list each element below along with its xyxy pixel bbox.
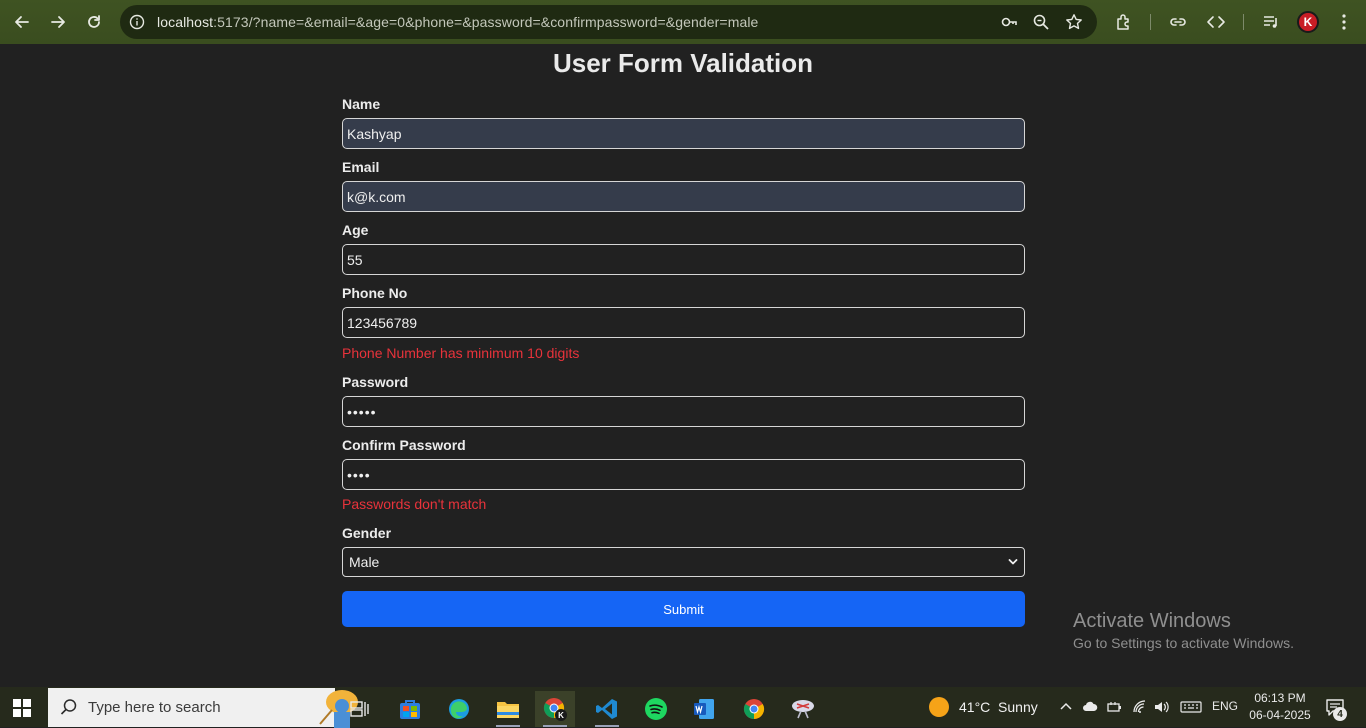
windows-start-icon[interactable] [13,699,31,717]
file-explorer-icon [497,702,519,718]
chrome-icon [743,699,765,720]
url-path: :5173/?name=&email=&age=0&phone=&passwor… [213,14,759,30]
extensions-icon[interactable] [1114,12,1134,32]
taskbar-app-snipping-tool[interactable] [783,691,823,727]
info-icon[interactable] [129,14,145,30]
activate-windows-subtitle: Go to Settings to activate Windows. [1073,635,1294,651]
reload-button[interactable] [79,7,109,37]
more-menu-icon[interactable] [1334,12,1354,32]
clock-time: 06:13 PM [1254,691,1306,705]
taskbar-search-box[interactable]: Type here to search [48,688,358,728]
arrow-right-icon [51,16,65,28]
edge-browser-icon [449,699,469,719]
browser-toolbar: localhost:5173/?name=&email=&age=0&phone… [0,0,1366,44]
taskbar-app-chrome-active[interactable]: K [535,691,575,727]
wifi-icon[interactable] [1132,699,1148,715]
word-icon [694,699,714,719]
link-icon[interactable] [1168,12,1188,32]
gender-select[interactable]: Male [342,547,1025,577]
taskbar-app-spotify[interactable] [636,691,676,727]
snipping-tool-icon [792,700,814,719]
url-host: localhost [157,14,214,30]
taskbar-app-chrome[interactable] [734,691,774,727]
phone-label: Phone No [342,285,408,301]
page-content: User Form Validation Name Kashyap Email … [0,44,1366,687]
system-clock[interactable]: 06:13 PM 06-04-2025 [1244,690,1316,724]
weather-widget[interactable]: 41°C Sunny [929,697,1038,717]
password-key-icon[interactable] [1000,13,1018,31]
age-field[interactable]: 55 [342,244,1025,275]
email-label: Email [342,159,380,175]
submit-button[interactable]: Submit [342,591,1025,627]
toolbar-divider [1243,14,1244,30]
chevron-up-icon[interactable] [1058,699,1074,715]
email-field[interactable]: k@k.com [342,181,1025,212]
confirm-password-error-message: Passwords don't match [342,496,487,512]
taskbar-app-file-explorer[interactable] [488,691,528,727]
code-icon[interactable] [1206,12,1226,32]
gender-label: Gender [342,525,392,541]
volume-icon[interactable] [1153,699,1169,715]
phone-error-message: Phone Number has minimum 10 digits [342,345,580,361]
back-button[interactable] [7,7,37,37]
vscode-icon [596,699,617,719]
taskbar-app-store[interactable] [390,691,430,727]
notification-count-badge: 4 [1333,707,1347,721]
activate-windows-title: Activate Windows [1073,610,1231,632]
taskbar-app-vscode[interactable] [587,691,627,727]
task-view-icon [350,701,369,717]
chevron-down-icon [1008,559,1018,565]
gender-selected-value: Male [349,554,380,570]
toolbar-divider [1150,14,1151,30]
chrome-icon: K [543,698,567,721]
confirm-password-field[interactable]: •••• [342,459,1025,490]
profile-avatar[interactable]: K [1297,11,1319,33]
name-label: Name [342,96,381,112]
media-controls-icon[interactable] [1261,12,1281,32]
search-placeholder: Type here to search [88,699,221,716]
clock-date: 06-04-2025 [1249,708,1311,722]
task-view-button[interactable] [340,691,380,727]
taskbar-app-edge[interactable] [439,691,479,727]
spotify-icon [645,698,667,720]
password-label: Password [342,374,409,390]
weather-text: 41°C Sunny [959,699,1038,715]
reload-icon [88,15,100,28]
url-text[interactable]: localhost:5173/?name=&email=&age=0&phone… [157,14,758,30]
language-indicator[interactable]: ENG [1212,699,1238,713]
age-label: Age [342,222,369,238]
sun-icon [929,697,949,717]
svg-text:K: K [558,711,564,720]
confirm-password-label: Confirm Password [342,437,466,453]
zoom-icon[interactable] [1032,13,1050,31]
arrow-left-icon [15,16,29,28]
address-bar[interactable]: localhost:5173/?name=&email=&age=0&phone… [120,5,1097,39]
search-icon [60,699,77,715]
forward-button[interactable] [43,7,73,37]
keyboard-icon[interactable] [1180,699,1202,715]
battery-icon[interactable] [1106,699,1122,715]
password-field[interactable]: ••••• [342,396,1025,427]
windows-taskbar: Type here to search K 41°C Sunny ENG 06:… [0,687,1366,728]
taskbar-app-word[interactable] [684,691,724,727]
bookmark-star-icon[interactable] [1065,13,1083,31]
onedrive-cloud-icon[interactable] [1082,699,1098,715]
phone-field[interactable]: 123456789 [342,307,1025,338]
microsoft-store-icon [400,700,420,719]
name-field[interactable]: Kashyap [342,118,1025,149]
page-title: User Form Validation [552,48,814,78]
